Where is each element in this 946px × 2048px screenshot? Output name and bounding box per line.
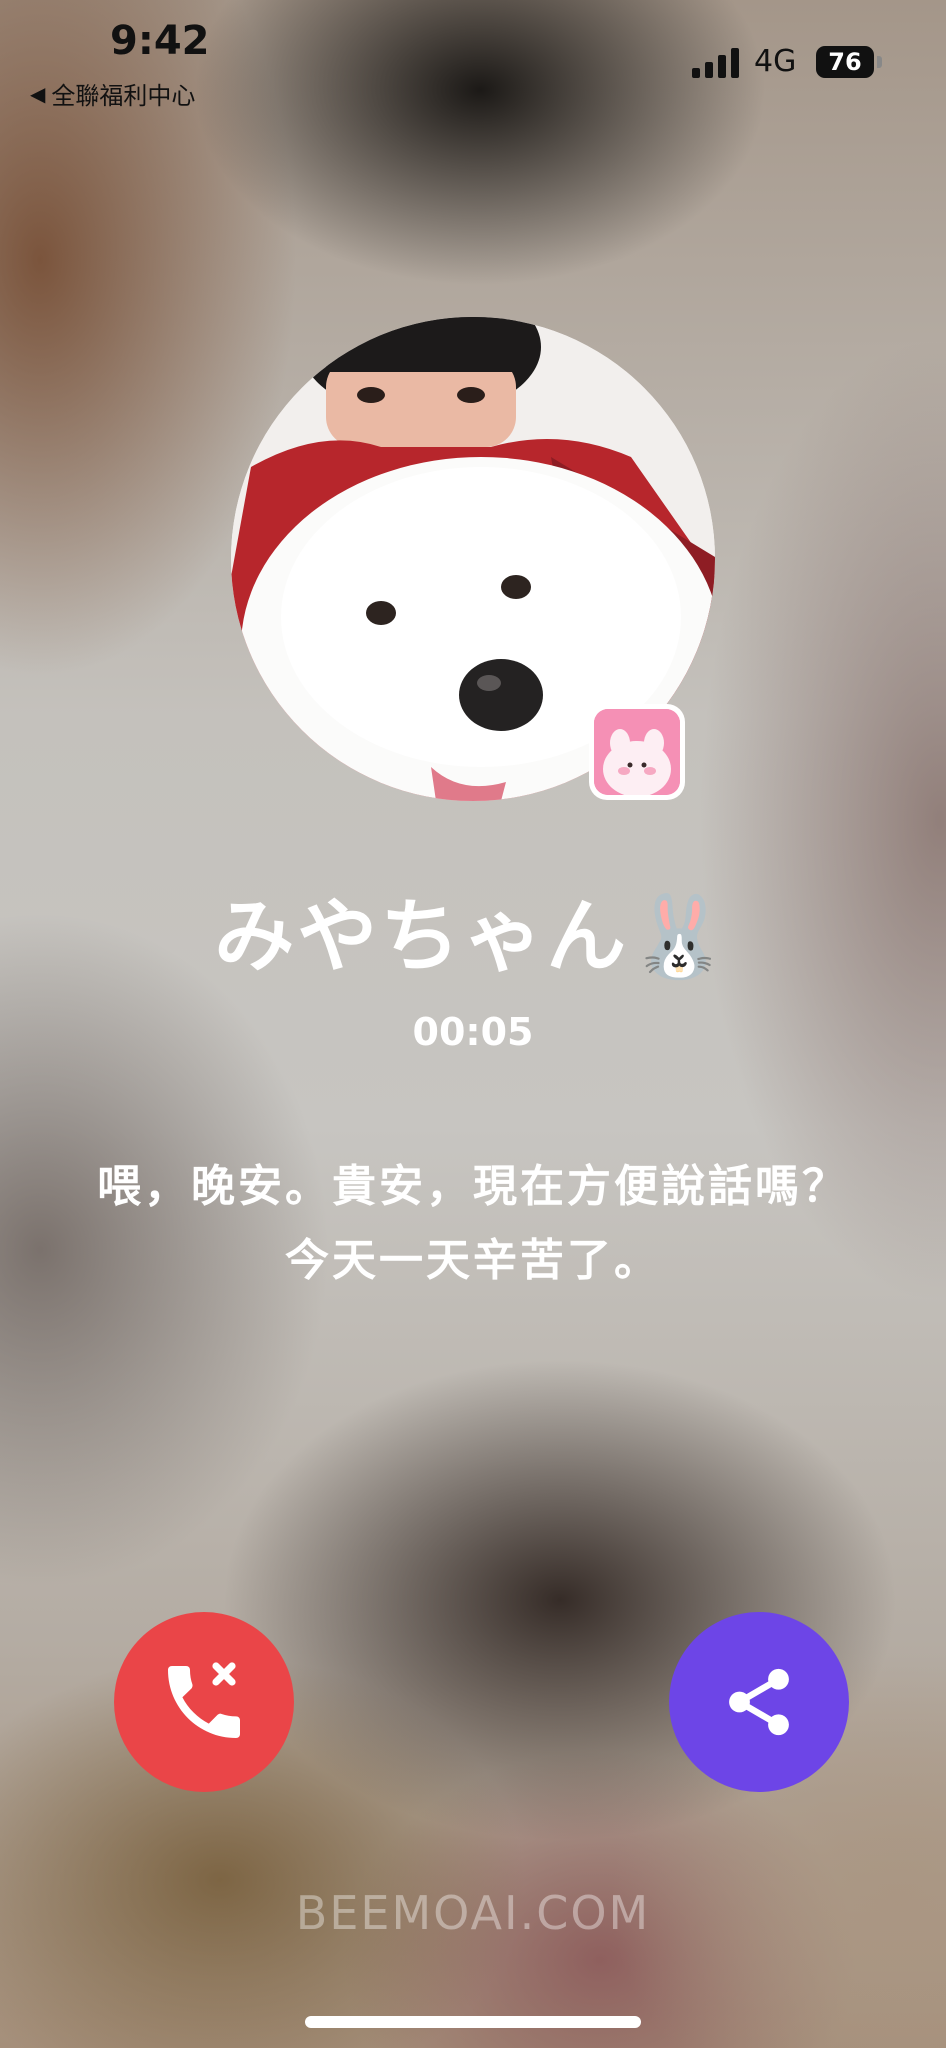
signal-bars-icon bbox=[692, 48, 739, 78]
battery-tip bbox=[877, 56, 882, 68]
watermark: BEEMOAI.COM bbox=[295, 1886, 651, 1940]
back-to-app-link[interactable]: ◀ 全聯福利中心 bbox=[30, 76, 195, 111]
pink-bunny-app-icon bbox=[594, 709, 680, 795]
call-timer: 00:05 bbox=[412, 1010, 534, 1054]
battery-icon: 76 bbox=[816, 46, 874, 78]
status-time: 9:42 bbox=[110, 18, 210, 64]
end-call-button[interactable] bbox=[114, 1612, 294, 1792]
phone-hangup-icon bbox=[168, 1662, 240, 1738]
back-app-label: 全聯福利中心 bbox=[51, 82, 196, 110]
network-type: 4G bbox=[754, 44, 797, 79]
call-transcript: 喂，晚安。貴安，現在方便說話嗎？ 今天一天辛苦了。 bbox=[40, 1150, 906, 1298]
transcript-line: 今天一天辛苦了。 bbox=[285, 1235, 661, 1286]
home-indicator[interactable] bbox=[305, 2016, 641, 2028]
transcript-line: 喂，晚安。貴安，現在方便說話嗎？ bbox=[97, 1161, 849, 1212]
battery-level: 76 bbox=[828, 48, 862, 76]
caller-name: みやちゃん🐰 bbox=[214, 890, 732, 983]
share-button[interactable] bbox=[669, 1612, 849, 1792]
share-icon bbox=[729, 1668, 789, 1736]
back-triangle-icon: ◀ bbox=[30, 81, 46, 106]
app-badge bbox=[589, 704, 685, 800]
